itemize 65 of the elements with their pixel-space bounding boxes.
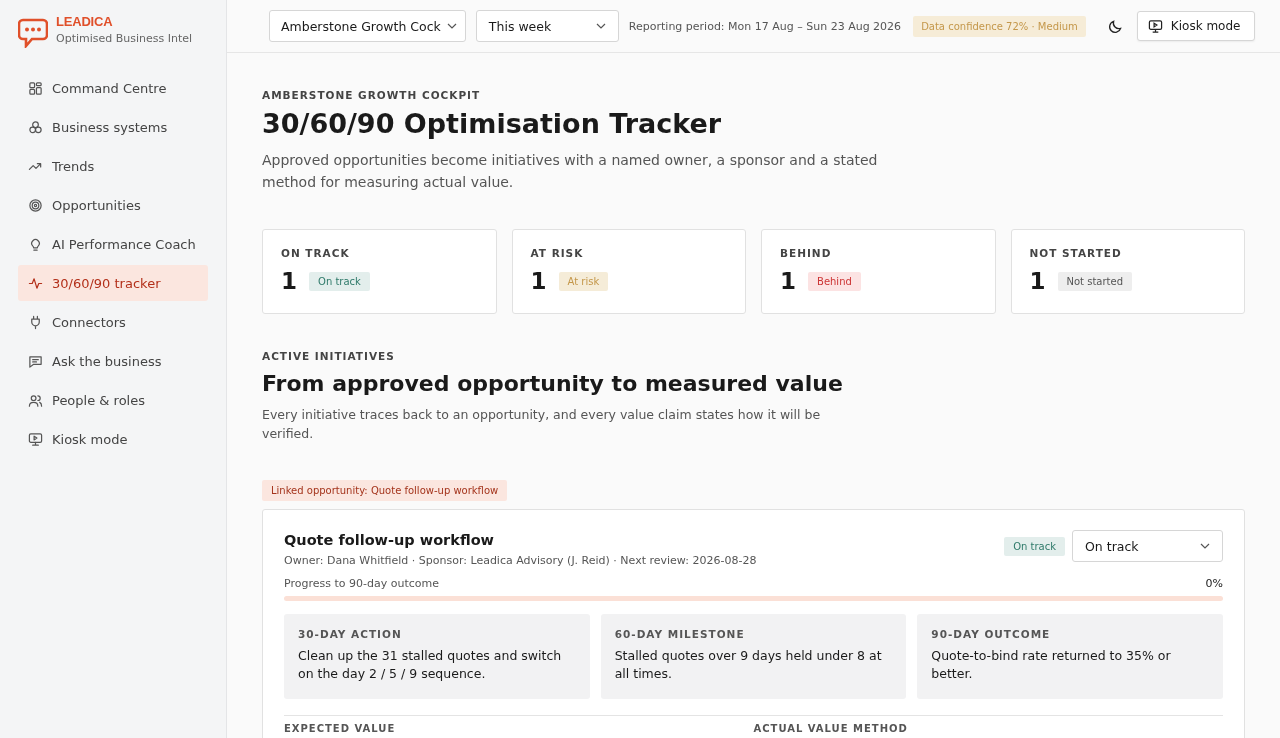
cubes-icon <box>28 119 43 135</box>
initiative-meta: Owner: Dana Whitfield · Sponsor: Leadica Advisory (J. Reid) · Next review: 2026-08-28 <box>284 554 757 567</box>
summary-label: AT RISK <box>530 247 585 259</box>
brand-name: LEADICA <box>56 14 114 29</box>
status-badge: On track <box>309 271 370 291</box>
kiosk-mode-button[interactable]: Kiosk mode <box>1136 11 1256 41</box>
period-select[interactable]: This week <box>475 10 619 42</box>
section-eyebrow: ACTIVE INITIATIVES <box>262 350 396 362</box>
status-badge: Behind <box>808 271 861 291</box>
stage-text: Quote-to-bind rate returned to 35% or better. <box>931 647 1172 683</box>
sidebar-item[interactable]: AI Performance Coach <box>18 226 208 262</box>
sidebar-item[interactable]: People & roles <box>18 382 208 418</box>
stage-label: 30-DAY ACTION <box>298 628 403 640</box>
stage-label: 60-DAY MILESTONE <box>614 628 746 640</box>
chevron-down-icon <box>446 23 457 29</box>
sidebar-item[interactable]: Ask the business <box>18 343 208 379</box>
stage-label: 90-DAY OUTCOME <box>931 628 1052 640</box>
sidebar-item[interactable]: Business systems <box>18 109 208 145</box>
status-badge: At risk <box>558 271 609 291</box>
sidebar-item[interactable]: Connectors <box>18 304 208 340</box>
stage-text: Clean up the 31 stalled quotes and switch on the day 2 / 5 / 9 sequence. <box>298 647 563 683</box>
progress-label: Progress to 90-day outcome <box>284 577 439 590</box>
chevron-down-icon <box>1200 543 1210 549</box>
logo-icon <box>18 18 48 48</box>
bulb-icon <box>28 236 43 252</box>
sidebar-item[interactable]: Trends <box>18 148 208 184</box>
pulse-icon <box>28 275 43 291</box>
section-title: From approved opportunity to measured value <box>262 371 844 396</box>
workspace-select[interactable]: Amberstone Growth Cock <box>269 10 466 42</box>
summary-count: 1 <box>281 268 297 294</box>
grid-icon <box>28 80 43 96</box>
target-icon <box>28 197 43 213</box>
monitor-icon <box>1147 18 1163 34</box>
initiative-title: Quote follow-up workflow <box>284 532 496 548</box>
summary-count: 1 <box>1029 268 1046 294</box>
summary-label: BEHIND <box>780 247 833 259</box>
status-badge: On track <box>1004 536 1065 556</box>
sidebar-item[interactable]: Command Centre <box>18 70 208 106</box>
linked-opportunity-tag: Linked opportunity: Quote follow-up workflow <box>262 480 508 501</box>
monitor-icon <box>28 431 43 447</box>
stage-text: Stalled quotes over 9 days held under 8 at all times. <box>614 647 883 683</box>
chevron-down-icon <box>595 23 606 29</box>
progress-value: 0% <box>1205 577 1223 590</box>
summary-count: 1 <box>530 268 547 294</box>
page-description: Approved opportunities become initiatives with a named owner, a sponsor and a stated method for measuring actual value. <box>262 151 879 192</box>
status-badge: Not started <box>1057 271 1132 291</box>
status-select[interactable]: On track <box>1072 530 1223 562</box>
sidebar-item[interactable]: Kiosk mode <box>18 421 208 457</box>
confidence-badge: Data confidence 72% · Medium <box>913 15 1086 37</box>
summary-count: 1 <box>780 268 796 294</box>
plug-icon <box>28 314 43 330</box>
field-label: EXPECTED VALUE <box>284 723 397 734</box>
brand-tagline: Optimised Business Intel <box>56 32 193 45</box>
section-description: Every initiative traces back to an opportunity, and every value claim states how it will be verified. <box>262 406 822 443</box>
page-eyebrow: AMBERSTONE GROWTH COCKPIT <box>262 89 482 101</box>
page-title: 30/60/90 Optimisation Tracker <box>262 108 723 139</box>
moon-icon[interactable] <box>1107 18 1123 34</box>
people-icon <box>28 392 43 408</box>
sidebar-item[interactable]: 30/60/90 tracker <box>18 265 208 301</box>
chat-icon <box>28 353 43 369</box>
reporting-period: Reporting period: Mon 17 Aug – Sun 23 Aug 2026 <box>628 19 902 33</box>
sidebar-item[interactable]: Opportunities <box>18 187 208 223</box>
summary-label: ON TRACK <box>281 247 351 259</box>
summary-label: NOT STARTED <box>1029 247 1123 259</box>
field-label: ACTUAL VALUE METHOD <box>753 723 909 734</box>
